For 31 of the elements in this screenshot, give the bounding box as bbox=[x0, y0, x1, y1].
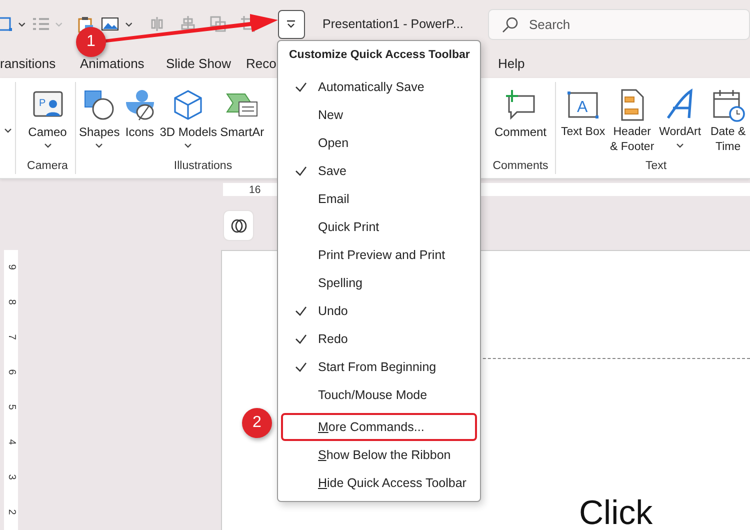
menu-item-label: Hide Quick Access Toolbar bbox=[318, 476, 466, 490]
group-label: Comments bbox=[492, 160, 548, 172]
group-label: Text bbox=[645, 160, 667, 172]
window-title: Presentation1 - PowerP... bbox=[322, 17, 464, 31]
menu-item-label: Redo bbox=[318, 332, 348, 346]
slide-title: Click bbox=[579, 496, 653, 530]
ruler-number: 5 bbox=[5, 404, 18, 410]
ruler-number: 8 bbox=[5, 299, 18, 305]
menu-item-label: Touch/Mouse Mode bbox=[318, 388, 428, 402]
ruler-number: 2 bbox=[5, 509, 18, 515]
menu-item-label: Automatically Save bbox=[318, 80, 424, 94]
menu-title: Customize Quick Access Toolbar bbox=[289, 48, 470, 63]
menu-item-label: Print Preview and Print bbox=[318, 248, 446, 262]
menu-item-label: Show Below the Ribbon bbox=[318, 448, 451, 462]
menu-item-label: Undo bbox=[318, 304, 348, 318]
menu-item-label: More Commands... bbox=[318, 420, 424, 434]
group-label: Illustrations bbox=[174, 160, 232, 172]
ruler-number: 7 bbox=[5, 334, 18, 340]
group-label: Camera bbox=[27, 160, 68, 172]
ruler-number: 16 bbox=[249, 184, 261, 196]
ruler-number: 9 bbox=[5, 264, 18, 270]
ruler-number: 3 bbox=[5, 474, 18, 480]
menu-item-label: Quick Print bbox=[318, 220, 380, 234]
menu-item-label: Open bbox=[318, 136, 349, 150]
menu-item-label: Email bbox=[318, 192, 350, 206]
menu-item-label: Start From Beginning bbox=[318, 360, 436, 374]
menu-item-label: New bbox=[318, 108, 344, 122]
menu-item-label: Spelling bbox=[318, 276, 362, 290]
ruler-number: 4 bbox=[5, 439, 18, 445]
ruler-number: 6 bbox=[5, 369, 18, 375]
menu-item-label: Save bbox=[318, 164, 346, 178]
